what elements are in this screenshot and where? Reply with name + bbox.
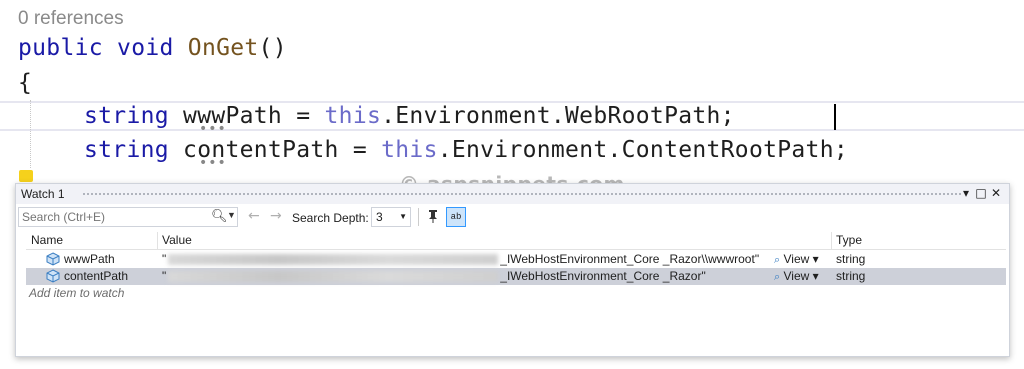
keyword-this: this [324, 103, 382, 129]
code-line-wwwpath: string wwwPath = this.Environment.WebRoo… [84, 103, 735, 129]
magnifier-icon: ⌕ [774, 253, 781, 266]
watch-title: Watch 1 [21, 187, 65, 201]
header-divider [26, 249, 1006, 250]
row-value: " _IWebHostEnvironment_Core _Razor" [162, 269, 706, 283]
keyword-string: string [84, 103, 169, 129]
forward-arrow-icon[interactable]: → [270, 208, 282, 224]
column-header-type[interactable]: Type [836, 233, 862, 250]
text-caret [834, 104, 836, 130]
search-input[interactable] [22, 209, 202, 224]
drag-grip[interactable] [82, 192, 962, 196]
redacted-path [168, 271, 499, 283]
keyword-void: void [117, 35, 174, 61]
search-depth-label: Search Depth: [292, 211, 369, 225]
member-access: .Environment.ContentRootPath; [437, 137, 848, 163]
watch-titlebar[interactable]: Watch 1 ▾ □ ✕ [16, 184, 1009, 204]
keyword-string: string [84, 137, 169, 163]
value-quote: " [162, 252, 167, 266]
magnifier-icon: ⌕ [774, 270, 781, 283]
toolbar-separator [418, 208, 419, 226]
view-label: View [783, 252, 810, 266]
table-row[interactable]: contentPath " _IWebHostEnvironment_Core _… [26, 268, 1006, 285]
assign-operator: = [282, 103, 325, 129]
value-suffix: _IWebHostEnvironment_Core _Razor" [500, 269, 706, 283]
pin-icon[interactable] [425, 208, 441, 224]
keyword-public: public [18, 35, 103, 61]
method-parens: () [258, 35, 287, 61]
search-box: 🔍︎ ▼ [18, 207, 238, 227]
row-name: contentPath [64, 269, 129, 283]
hex-display-icon[interactable]: ab [446, 207, 466, 227]
code-lens-references[interactable]: 0 references [18, 8, 124, 30]
search-options-dropdown-icon[interactable]: ▼ [227, 210, 236, 220]
row-name: wwwPath [64, 252, 115, 266]
maximize-icon[interactable]: □ [974, 186, 988, 200]
column-header-value[interactable]: Value [162, 233, 192, 250]
value-suffix: _IWebHostEnvironment_Core _Razor\\wwwroo… [500, 252, 760, 266]
code-line-open-brace: { [18, 70, 33, 96]
column-header-name[interactable]: Name [31, 233, 63, 250]
search-depth-value: 3 [376, 210, 383, 224]
value-quote: " [162, 269, 167, 283]
assign-operator: = [338, 137, 382, 163]
method-name: OnGet [187, 35, 259, 61]
suggestion-dots[interactable]: ••• [199, 155, 227, 171]
row-type: string [836, 269, 866, 283]
chevron-down-icon: ▼ [399, 212, 407, 221]
object-icon [46, 252, 60, 266]
watch-toolbar: 🔍︎ ▼ ← → Search Depth: 3 ▼ ab [16, 205, 1009, 229]
view-label: View [783, 269, 810, 283]
table-row[interactable]: wwwPath " _IWebHostEnvironment_Core _Razo… [26, 251, 1006, 268]
visualizer-view-button[interactable]: ⌕ View ▾ [774, 252, 819, 267]
column-divider[interactable] [157, 232, 158, 249]
member-access: .Environment.WebRootPath; [381, 103, 735, 129]
visualizer-view-button[interactable]: ⌕ View ▾ [774, 269, 819, 284]
variable-wwwpath: wwwPath [183, 103, 283, 129]
breakpoint-gutter-marker[interactable] [19, 170, 33, 182]
window-menu-dropdown-icon[interactable]: ▾ [959, 186, 973, 200]
row-type: string [836, 252, 866, 266]
row-value: " _IWebHostEnvironment_Core _Razor\\wwwro… [162, 252, 759, 266]
object-icon [46, 269, 60, 283]
redacted-path [168, 254, 499, 266]
column-divider[interactable] [831, 232, 832, 249]
back-arrow-icon[interactable]: ← [248, 208, 260, 224]
suggestion-dots[interactable]: ••• [199, 121, 227, 137]
add-item-to-watch[interactable]: Add item to watch [29, 286, 124, 300]
search-depth-select[interactable]: 3 ▼ [371, 207, 411, 227]
keyword-this: this [381, 137, 438, 163]
code-line-method-signature: public void OnGet() [18, 35, 287, 61]
indent-guide [30, 100, 31, 168]
watch-window: Watch 1 ▾ □ ✕ 🔍︎ ▼ ← → Search Depth: 3 ▼… [15, 183, 1010, 357]
search-icon[interactable]: 🔍︎ [211, 209, 228, 224]
close-icon[interactable]: ✕ [989, 186, 1003, 200]
